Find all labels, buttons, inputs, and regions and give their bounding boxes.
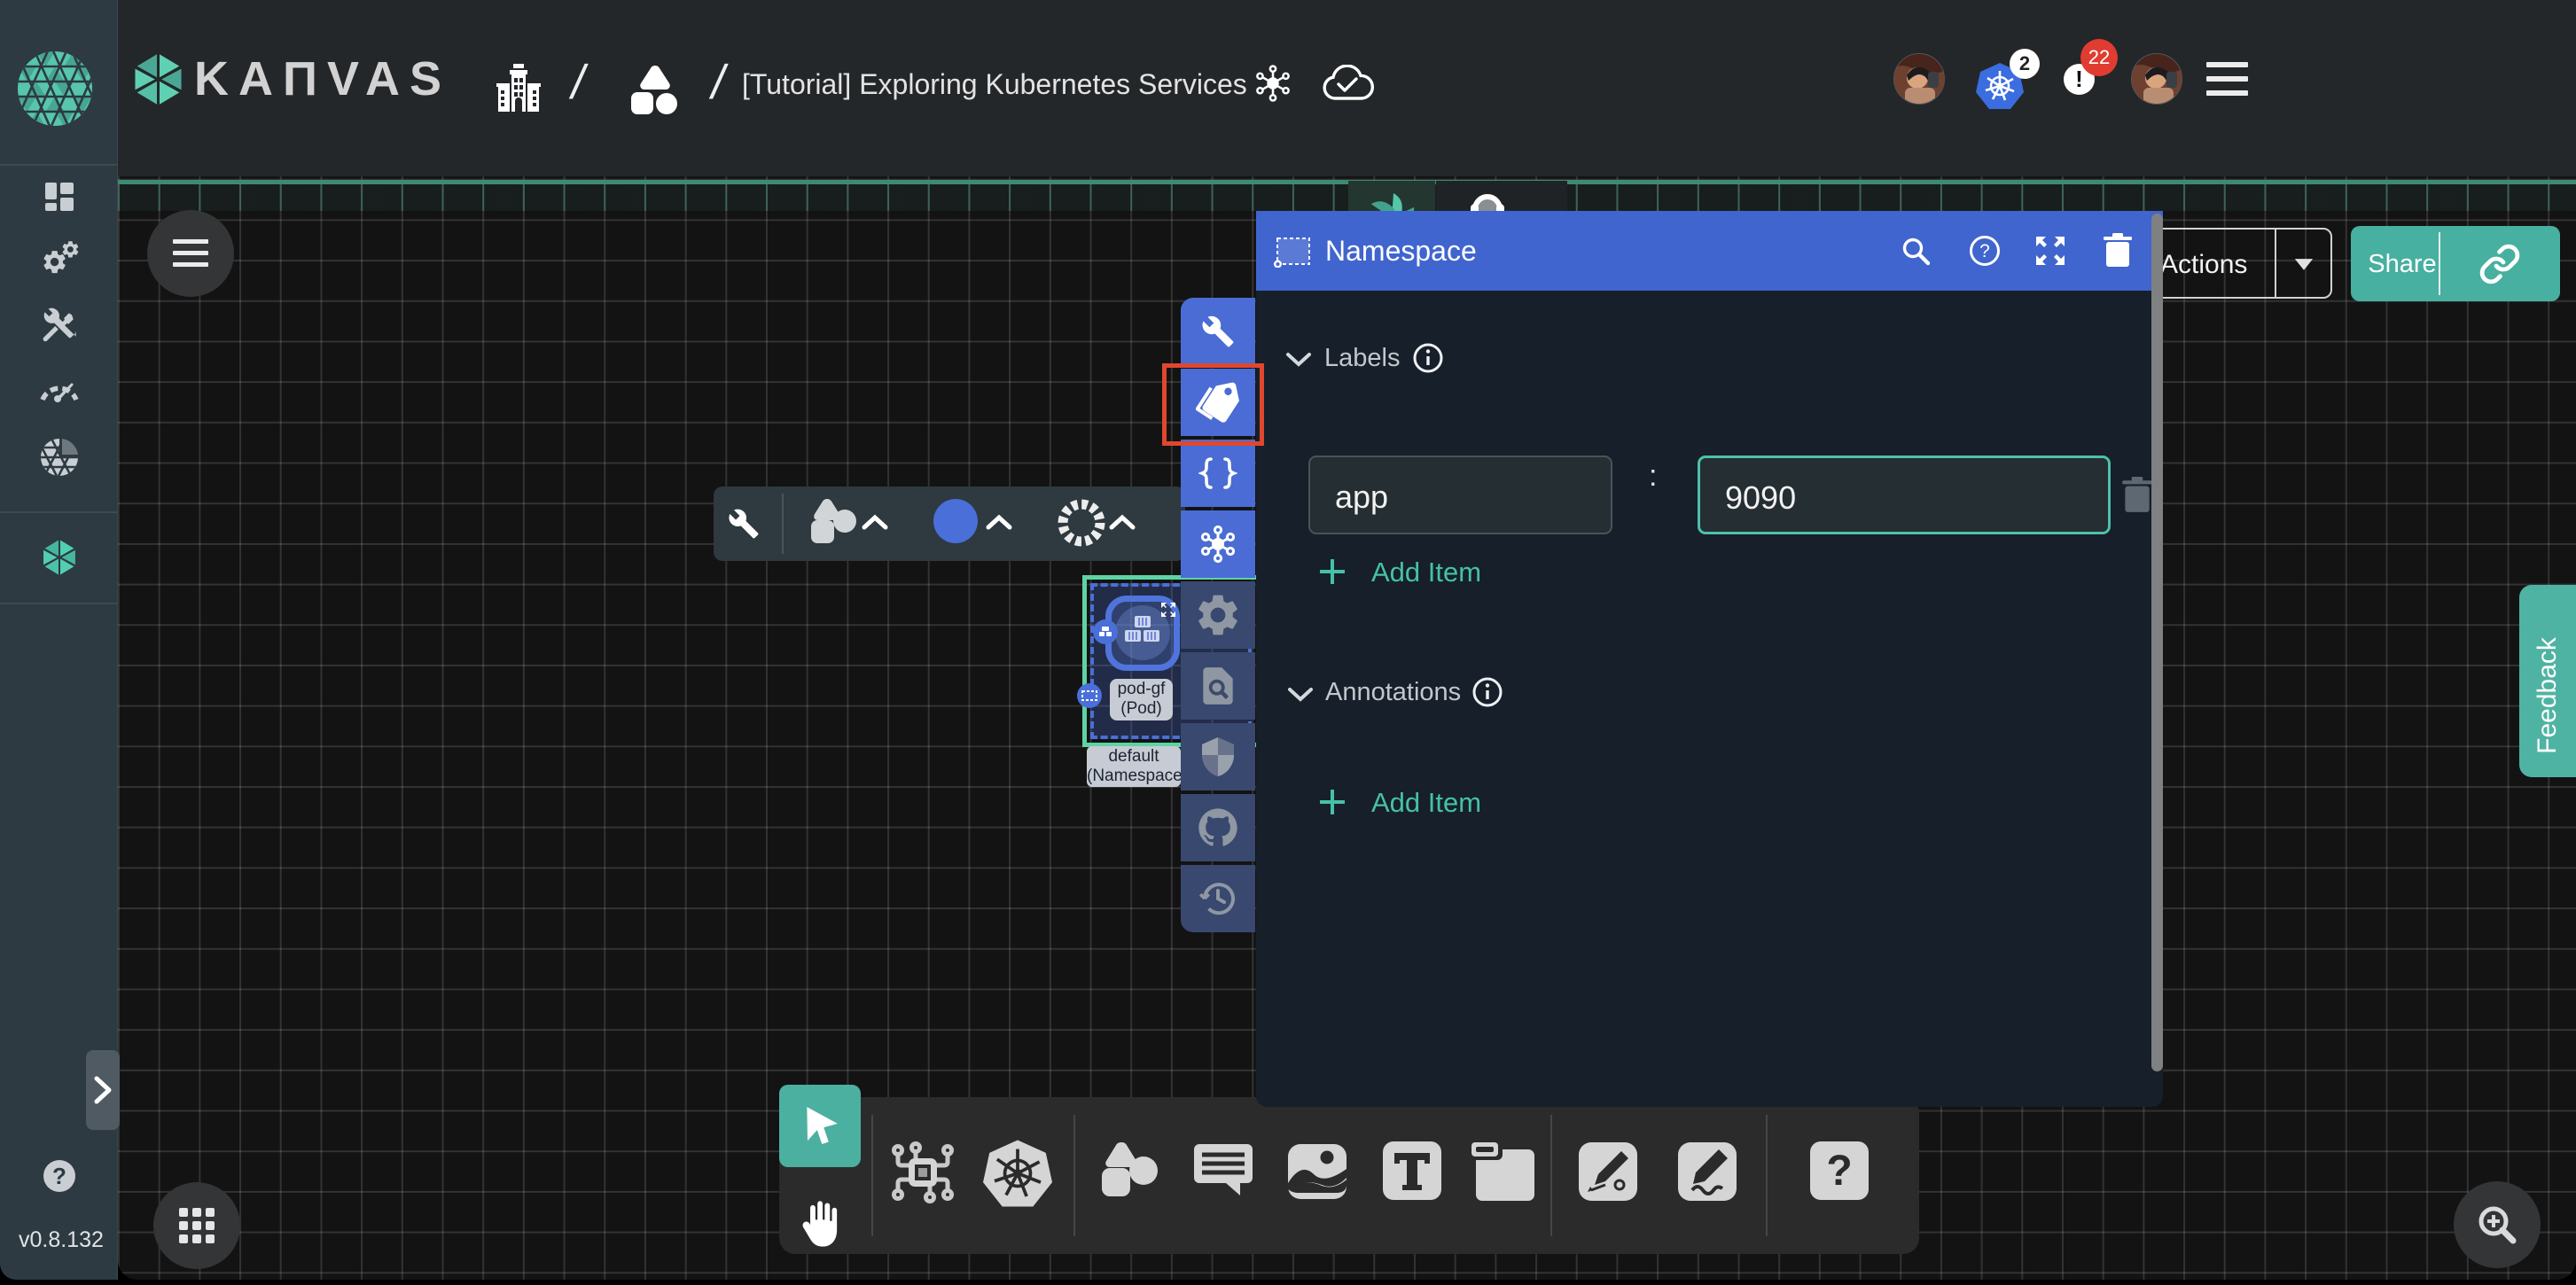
svg-text:?: ?: [1826, 1148, 1852, 1195]
svg-text:?: ?: [1979, 241, 1990, 261]
